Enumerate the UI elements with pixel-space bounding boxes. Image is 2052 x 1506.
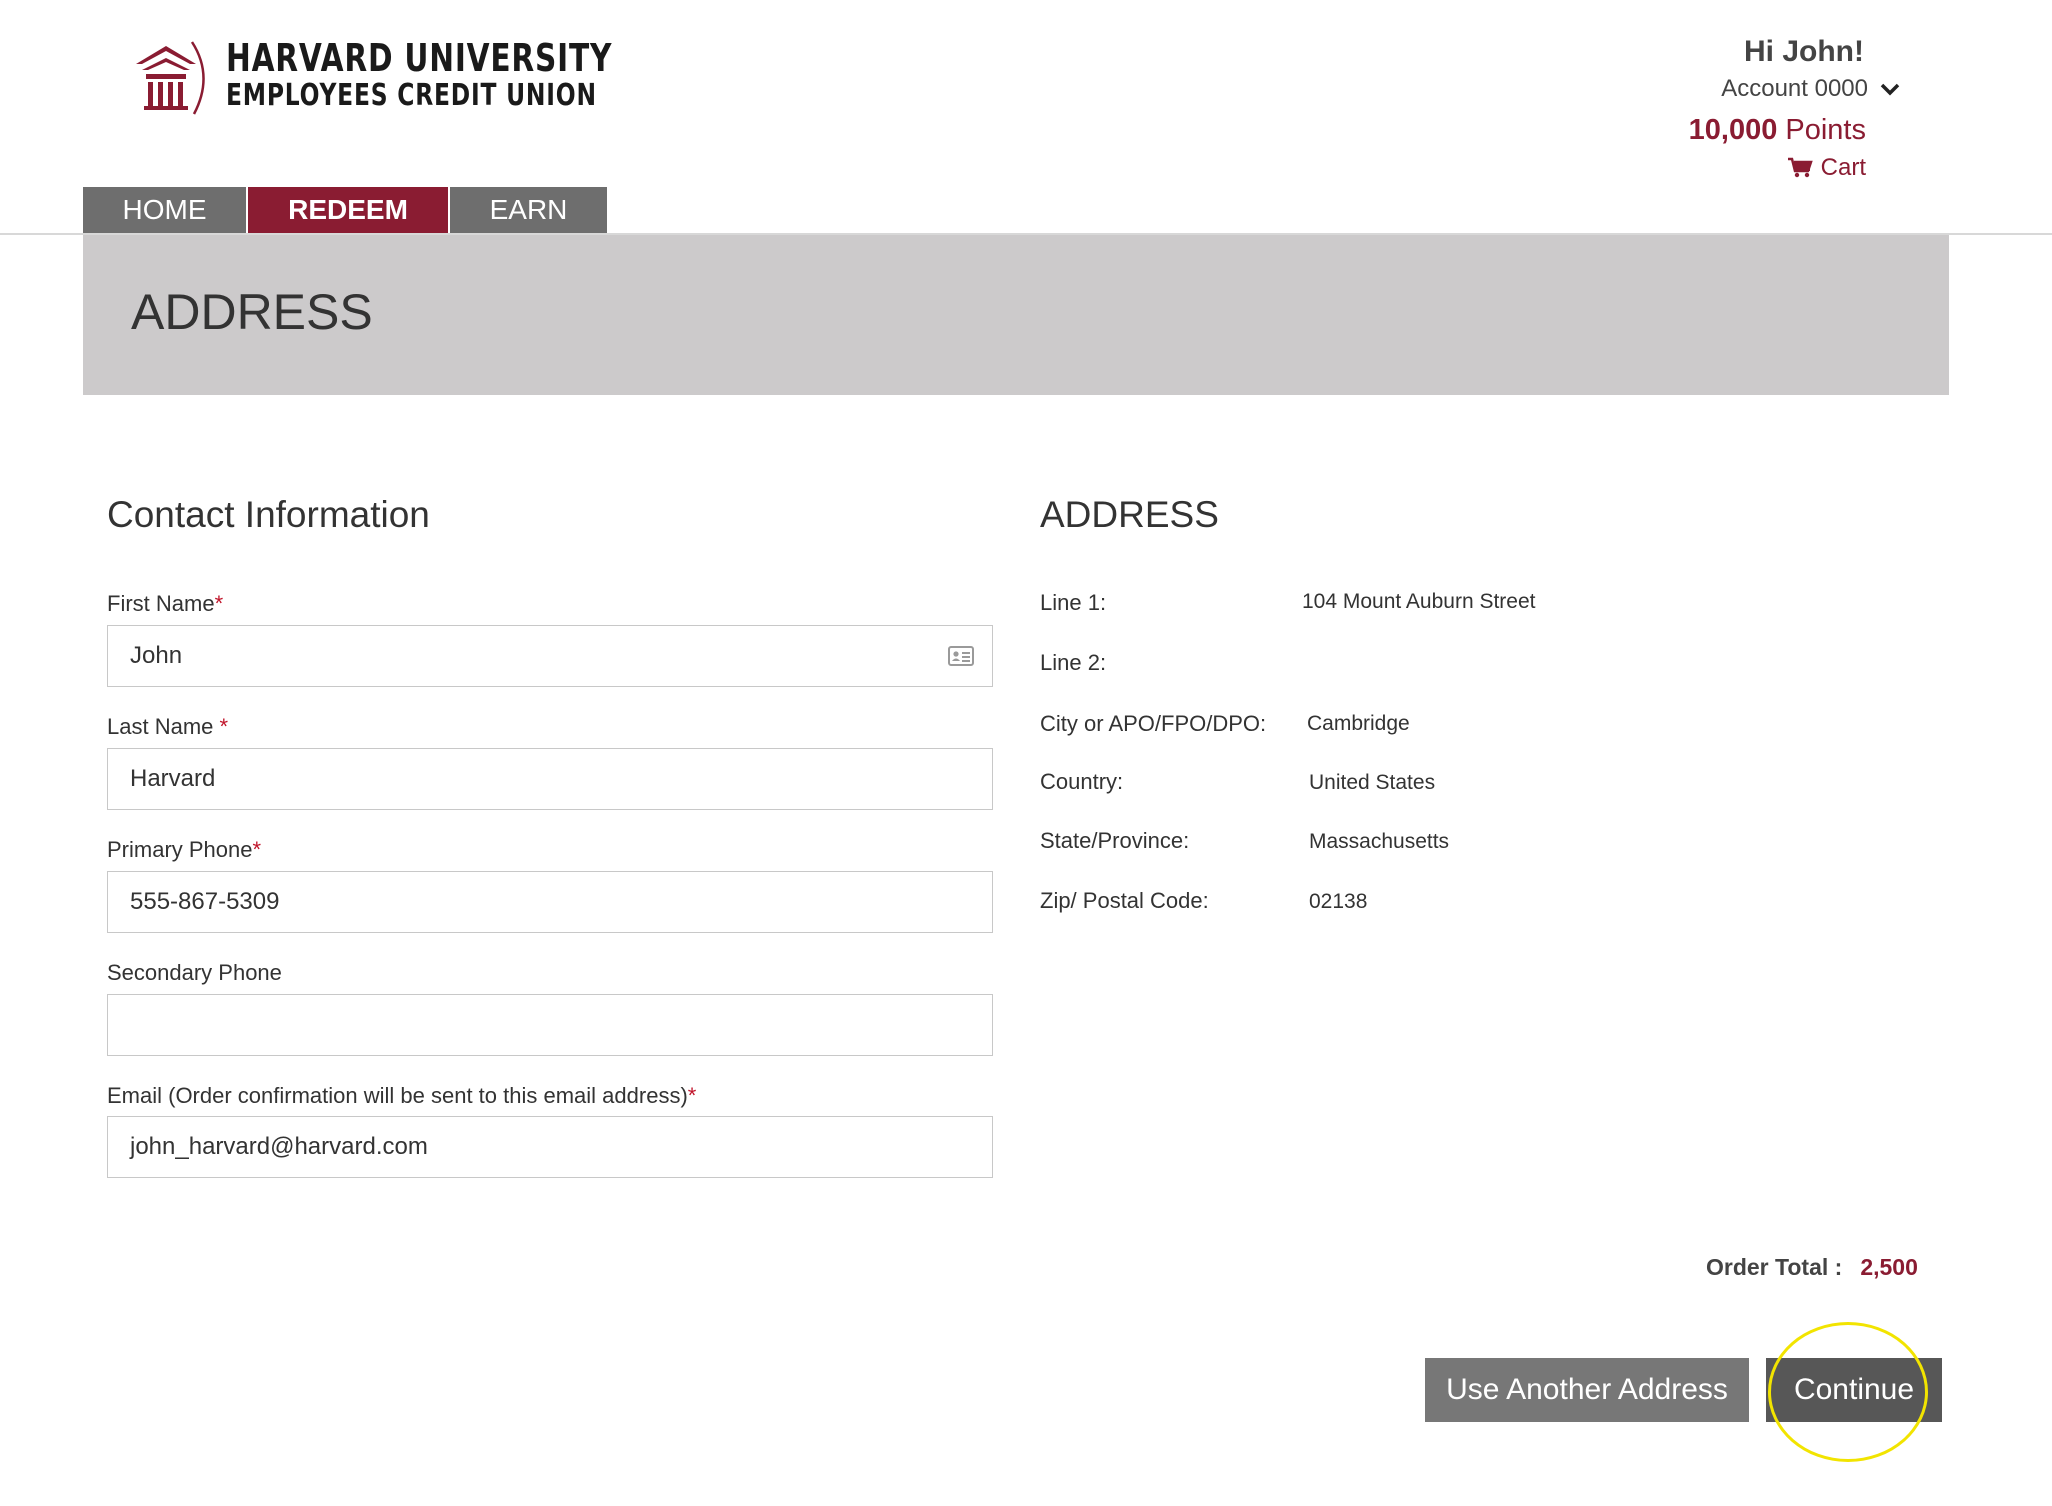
required-mark: * bbox=[252, 837, 262, 862]
first-name-label: First Name* bbox=[107, 591, 223, 617]
address-state-label: State/Province: bbox=[1040, 828, 1190, 853]
last-name-label-text: Last Name bbox=[107, 714, 220, 739]
last-name-label: Last Name * bbox=[107, 714, 228, 740]
address-country-value: United States bbox=[1309, 771, 1436, 794]
cart-label: Cart bbox=[1820, 154, 1866, 181]
account-dropdown[interactable]: Account 0000 bbox=[1689, 72, 1900, 106]
cart-icon bbox=[1787, 157, 1813, 178]
required-mark: * bbox=[219, 714, 229, 739]
brand-name-line2: EMPLOYEES CREDIT UNION bbox=[226, 78, 597, 113]
account-label: Account 0000 bbox=[1721, 75, 1868, 102]
tab-earn[interactable]: EARN bbox=[450, 187, 607, 233]
primary-phone-label-text: Primary Phone bbox=[107, 837, 253, 862]
brand-name-line1: HARVARD UNIVERSITY bbox=[226, 36, 613, 80]
secondary-phone-label: Secondary Phone bbox=[107, 960, 282, 986]
primary-phone-field[interactable]: 555-867-5309 bbox=[107, 871, 993, 933]
chevron-down-icon bbox=[1880, 83, 1900, 96]
points-label: Points bbox=[1785, 114, 1866, 146]
logo-building-icon bbox=[136, 41, 205, 115]
main-nav: HOME REDEEM EARN bbox=[83, 187, 609, 233]
order-total-value: 2,500 bbox=[1860, 1254, 1918, 1280]
address-country-label: Country: bbox=[1040, 769, 1124, 794]
user-panel: Hi John! Account 0000 10,000 Points Cart bbox=[1689, 34, 1900, 182]
points-balance: 10,000 Points bbox=[1689, 110, 1866, 150]
contact-heading: Contact Information bbox=[107, 494, 430, 535]
address-line2-label: Line 2: bbox=[1040, 650, 1107, 675]
first-name-value: John bbox=[130, 642, 183, 669]
email-label: Email (Order confirmation will be sent t… bbox=[107, 1083, 696, 1109]
primary-phone-value: 555-867-5309 bbox=[130, 888, 280, 915]
brand-logo[interactable]: HARVARD UNIVERSITY EMPLOYEES CREDIT UNIO… bbox=[132, 36, 721, 116]
page-title: ADDRESS bbox=[131, 284, 373, 340]
secondary-phone-field[interactable] bbox=[107, 994, 993, 1056]
email-label-text: Email (Order confirmation will be sent t… bbox=[107, 1083, 688, 1108]
address-state-value: Massachusetts bbox=[1309, 830, 1450, 853]
last-name-value: Harvard bbox=[130, 765, 216, 792]
order-total-label: Order Total : bbox=[1706, 1254, 1843, 1280]
contact-card-icon[interactable] bbox=[948, 645, 974, 667]
email-field[interactable]: john_harvard@harvard.com bbox=[107, 1116, 993, 1178]
first-name-label-text: First Name bbox=[107, 591, 215, 616]
email-value: john_harvard@harvard.com bbox=[130, 1133, 428, 1160]
address-heading: ADDRESS bbox=[1040, 494, 1219, 535]
address-zip-label: Zip/ Postal Code: bbox=[1040, 888, 1209, 913]
cart-link[interactable]: Cart bbox=[1689, 154, 1866, 182]
address-city-label: City or APO/FPO/DPO: bbox=[1040, 711, 1267, 736]
order-total: Order Total : 2,500 bbox=[1706, 1254, 1918, 1281]
primary-phone-label: Primary Phone* bbox=[107, 837, 261, 863]
first-name-field[interactable]: John bbox=[107, 625, 993, 687]
tab-redeem[interactable]: REDEEM bbox=[248, 187, 448, 233]
last-name-field[interactable]: Harvard bbox=[107, 748, 993, 810]
address-line1-label: Line 1: bbox=[1040, 590, 1107, 615]
continue-button[interactable]: Continue bbox=[1766, 1358, 1942, 1422]
required-mark: * bbox=[214, 591, 224, 616]
page-banner: ADDRESS bbox=[83, 235, 1949, 395]
required-mark: * bbox=[687, 1083, 697, 1108]
tab-home[interactable]: HOME bbox=[83, 187, 246, 233]
use-another-address-button[interactable]: Use Another Address bbox=[1425, 1358, 1749, 1422]
address-city-value: Cambridge bbox=[1307, 712, 1410, 735]
user-greeting: Hi John! bbox=[1744, 35, 1864, 68]
secondary-phone-label-text: Secondary Phone bbox=[107, 960, 282, 985]
address-zip-value: 02138 bbox=[1309, 890, 1368, 913]
points-value: 10,000 bbox=[1688, 114, 1778, 146]
address-line1-value: 104 Mount Auburn Street bbox=[1302, 590, 1536, 613]
